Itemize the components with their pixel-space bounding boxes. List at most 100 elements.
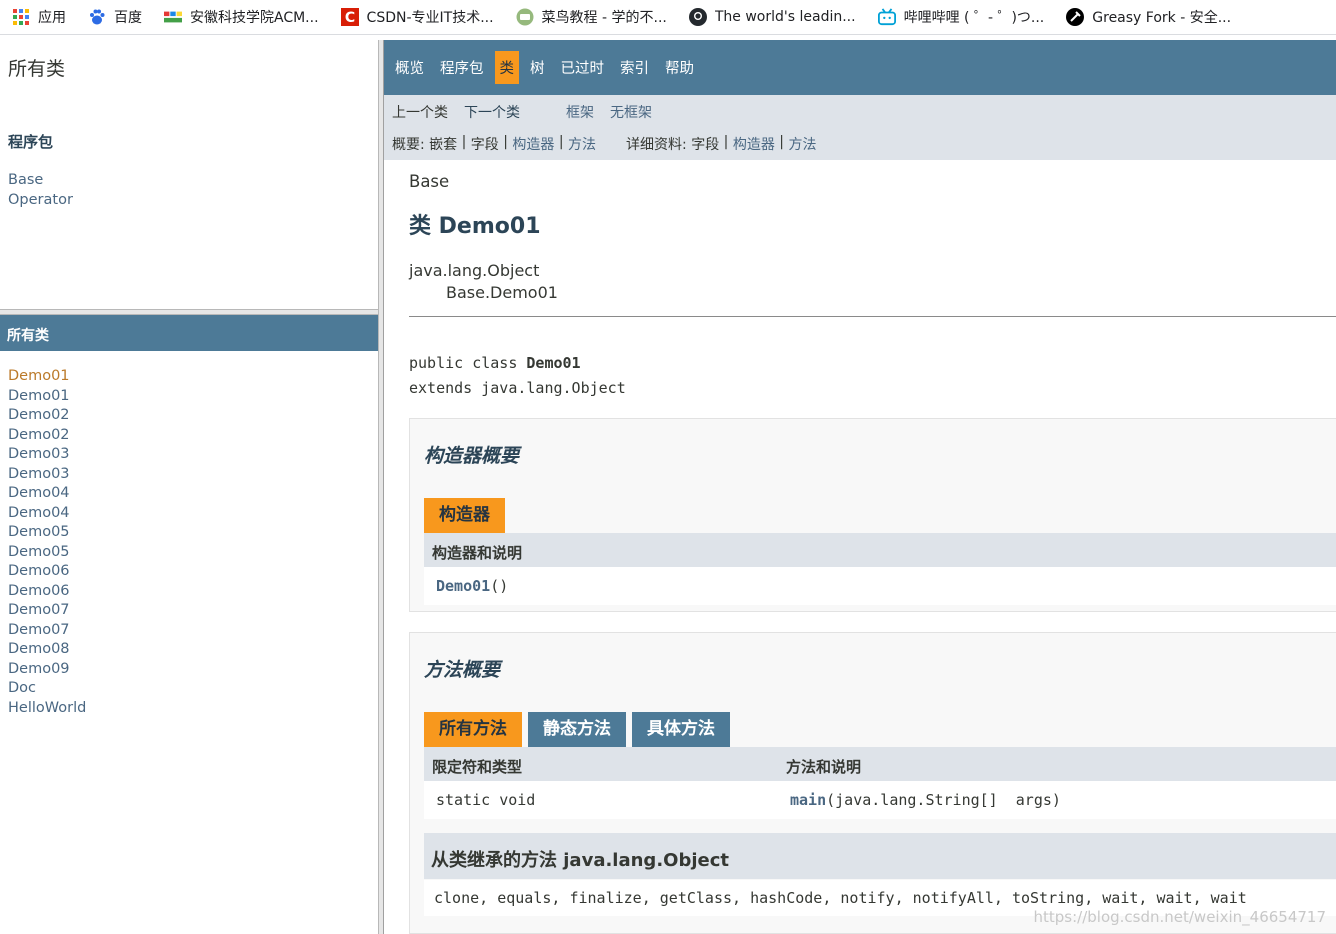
package-list: Base Operator (8, 171, 73, 210)
bookmark-csdn[interactable]: C CSDN-专业IT技术... (329, 3, 504, 31)
class-list: Demo01 Demo01 Demo02 Demo02 Demo03 Demo0… (8, 367, 86, 718)
separator: | (457, 134, 471, 150)
summary-field: 字段 (470, 137, 499, 153)
subnav-row-links: 上一个类 下一个类 框架 无框架 (392, 102, 652, 122)
constructor-link[interactable]: Demo01 (436, 577, 490, 595)
tab-all-methods[interactable]: 所有方法 (424, 712, 522, 747)
class-link[interactable]: Doc (8, 679, 86, 699)
method-params: (java.lang.String[] args) (826, 791, 1061, 809)
bookmark-label: CSDN-专业IT技术... (366, 10, 494, 26)
class-link[interactable]: Demo07 (8, 601, 86, 621)
tab-static-methods[interactable]: 静态方法 (528, 712, 626, 747)
column-header: 构造器和说明 (432, 544, 523, 562)
detail-method-link[interactable]: 方法 (788, 134, 816, 154)
class-title: 类 Demo01 (409, 214, 541, 239)
frame-title[interactable]: 所有类 (8, 54, 65, 81)
packages-heading: 程序包 (8, 133, 54, 151)
acm-logo-icon (164, 8, 182, 26)
package-label: Base (409, 172, 450, 191)
class-extends: extends java.lang.Object (409, 379, 626, 397)
column-header-modifier: 限定符和类型 (432, 758, 523, 776)
inherited-methods-header: 从类继承的方法 java.lang.Object (424, 833, 1336, 879)
class-content-frame: 概览 程序包 类 树 已过时 索引 帮助 上一个类 下一个类 框架 无框架 概要… (384, 40, 1336, 934)
class-link[interactable]: Demo06 (8, 582, 86, 602)
nav-index[interactable]: 索引 (615, 51, 654, 84)
github-logo-icon (688, 8, 707, 26)
nav-help[interactable]: 帮助 (660, 51, 699, 84)
method-link-main[interactable]: main (790, 791, 826, 809)
detail-constructor-link[interactable]: 构造器 (733, 134, 775, 154)
method-summary: 方法概要 所有方法 静态方法 具体方法 限定符和类型 方法和说明 static … (409, 632, 1336, 934)
bookmark-github[interactable]: The world's leadin... (677, 3, 866, 31)
prev-class-link[interactable]: 上一个类 (392, 102, 448, 122)
bookmark-label: 应用 (38, 10, 66, 26)
bookmark-apps[interactable]: 应用 (0, 3, 76, 31)
bookmarks-bar: 应用 百度 安徽科技学院ACM... C CSDN-专业IT技术... 菜鸟教程… (0, 0, 1336, 35)
greasyfork-logo-icon (1066, 8, 1085, 26)
tab-concrete-methods[interactable]: 具体方法 (632, 712, 730, 747)
csdn-logo-icon: C (340, 8, 359, 26)
top-navigation-bar: 概览 程序包 类 树 已过时 索引 帮助 (384, 40, 1336, 95)
bookmark-label: The world's leadin... (714, 9, 856, 25)
bookmark-label: 安徽科技学院ACM... (190, 10, 319, 26)
bookmark-runoob[interactable]: 菜鸟教程 - 学的不... (504, 3, 677, 31)
class-link[interactable]: Demo07 (8, 621, 86, 641)
class-declaration: public class Demo01 (409, 354, 581, 372)
summary-constructor-link[interactable]: 构造器 (512, 134, 554, 154)
class-link[interactable]: Demo02 (8, 426, 86, 446)
method-modifier: static void (436, 791, 536, 809)
constructor-table-header: 构造器和说明 (424, 533, 1336, 567)
nav-class-current: 类 (494, 51, 519, 84)
sub-navigation: 上一个类 下一个类 框架 无框架 概要: 嵌套 | 字段 | 构造器 | 方法 … (384, 95, 1336, 160)
frames-link[interactable]: 框架 (566, 102, 594, 122)
bookmark-greasyfork[interactable]: Greasy Fork - 安全... (1054, 3, 1241, 31)
class-link[interactable]: Demo04 (8, 504, 86, 524)
package-link-base[interactable]: Base (8, 171, 73, 191)
bookmark-label: Greasy Fork - 安全... (1092, 10, 1232, 26)
class-link[interactable]: HelloWorld (8, 699, 86, 719)
inheritance-root: java.lang.Object (409, 261, 540, 280)
class-link[interactable]: Demo02 (8, 406, 86, 426)
baidu-paw-icon (88, 8, 106, 26)
constructor-tab: 构造器 (424, 498, 505, 533)
class-link[interactable]: Demo06 (8, 562, 86, 582)
divider (409, 316, 1336, 317)
no-frames-link[interactable]: 无框架 (610, 102, 652, 122)
separator: | (719, 134, 733, 150)
detail-label: 详细资料: (626, 137, 692, 153)
nav-tree[interactable]: 树 (525, 51, 550, 84)
constructor-params: () (490, 577, 509, 595)
class-link[interactable]: Demo03 (8, 465, 86, 485)
watermark: https://blog.csdn.net/weixin_46654717 (1033, 908, 1326, 926)
separator: | (774, 134, 789, 150)
declaration-prefix: public class (409, 354, 527, 372)
bookmark-bilibili[interactable]: 哔哩哔哩 ( ゜- ゜)つ... (866, 3, 1055, 31)
bookmark-label: 哔哩哔哩 ( ゜- ゜)つ... (903, 10, 1045, 26)
table-row: static void main(java.lang.String[] args… (424, 781, 1336, 819)
class-link[interactable]: Demo08 (8, 640, 86, 660)
bilibili-logo-icon (877, 8, 896, 26)
class-link[interactable]: Demo03 (8, 445, 86, 465)
class-link[interactable]: Demo09 (8, 660, 86, 680)
bookmark-label: 菜鸟教程 - 学的不... (541, 10, 667, 26)
class-link[interactable]: Demo04 (8, 484, 86, 504)
class-list-frame: 所有类 Demo01 Demo01 Demo02 Demo02 Demo03 D… (0, 315, 378, 934)
class-link[interactable]: Demo01 (8, 367, 86, 387)
nav-package[interactable]: 程序包 (435, 51, 489, 84)
nav-overview[interactable]: 概览 (390, 51, 429, 84)
inherited-methods[interactable]: clone, equals, finalize, getClass, hashC… (434, 889, 1247, 907)
class-link[interactable]: Demo01 (8, 387, 86, 407)
next-class-link[interactable]: 下一个类 (464, 102, 520, 122)
class-link[interactable]: Demo05 (8, 543, 86, 563)
bookmark-baidu[interactable]: 百度 (76, 3, 152, 31)
column-header-method: 方法和说明 (786, 758, 862, 776)
package-link-operator[interactable]: Operator (8, 191, 73, 211)
separator: | (498, 134, 513, 150)
method-table-header: 限定符和类型 方法和说明 (424, 747, 1336, 781)
class-link[interactable]: Demo05 (8, 523, 86, 543)
summary-method-link[interactable]: 方法 (568, 134, 596, 154)
bookmark-acm[interactable]: 安徽科技学院ACM... (152, 3, 329, 31)
method-summary-heading: 方法概要 (424, 659, 501, 681)
nav-deprecated[interactable]: 已过时 (556, 51, 610, 84)
apps-grid-icon (12, 8, 30, 26)
